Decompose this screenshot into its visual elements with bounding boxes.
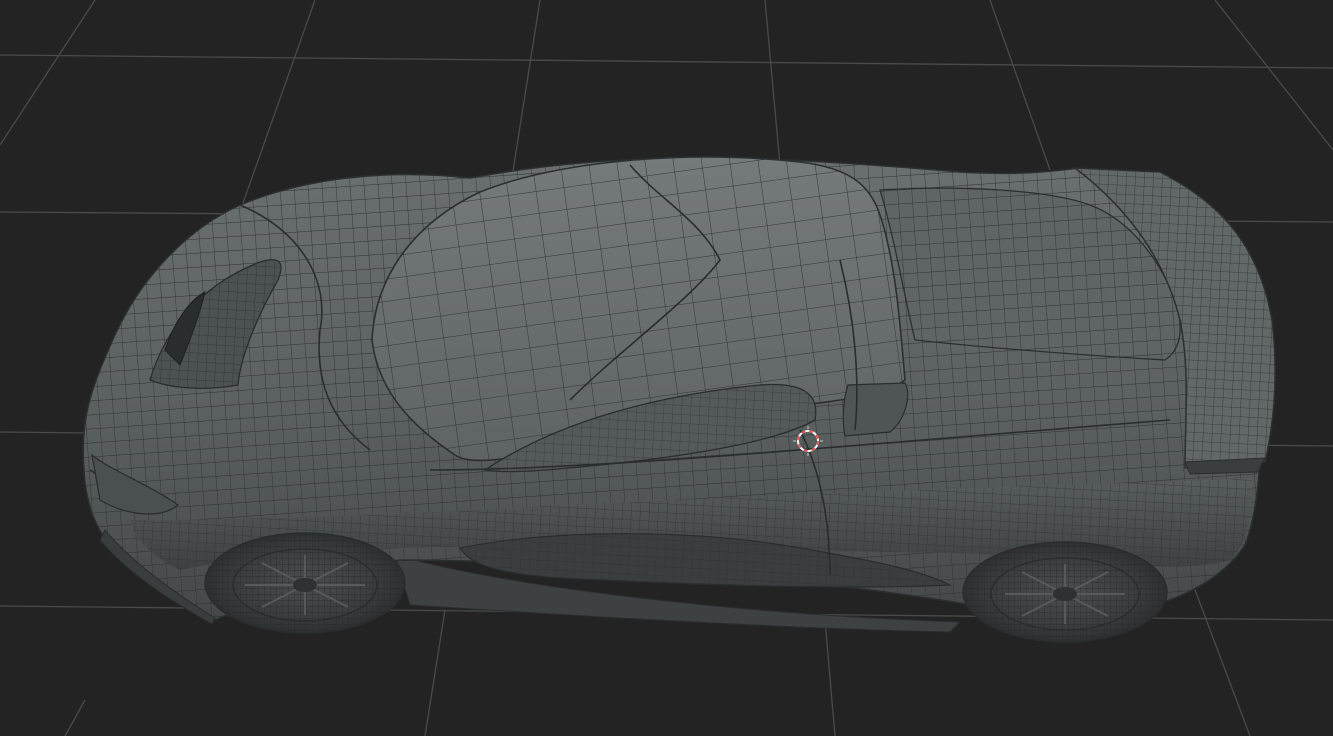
rear-wheel — [962, 541, 1168, 643]
viewport-canvas[interactable] — [0, 0, 1333, 736]
car-mesh-object[interactable] — [82, 156, 1276, 643]
3d-viewport[interactable] — [0, 0, 1333, 736]
front-wheel — [204, 532, 406, 634]
